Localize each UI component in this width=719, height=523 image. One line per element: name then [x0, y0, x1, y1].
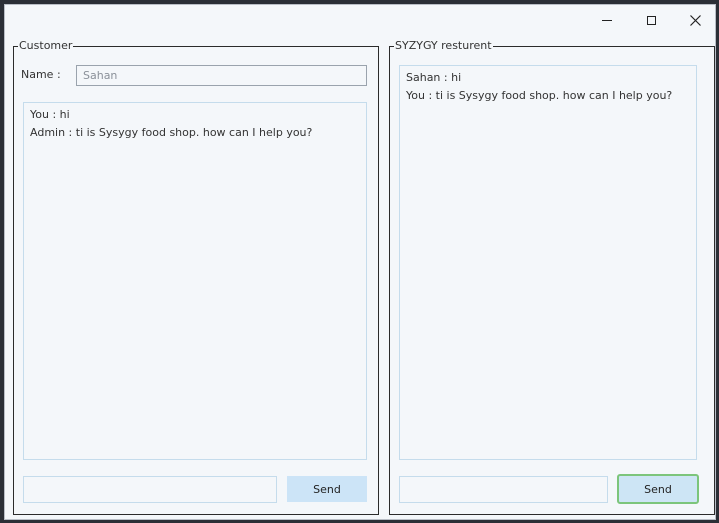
minimize-icon[interactable] — [585, 5, 629, 35]
chat-message: You : ti is Sysygy food shop. how can I … — [406, 89, 673, 102]
customer-send-button[interactable]: Send — [287, 476, 367, 502]
customer-message-input[interactable] — [23, 476, 277, 503]
maximize-icon[interactable] — [629, 5, 673, 35]
name-field[interactable]: Sahan — [76, 65, 367, 86]
customer-panel-title: Customer — [19, 39, 73, 52]
chat-message: Admin : ti is Sysygy food shop. how can … — [30, 126, 313, 139]
restaurant-chat-log[interactable]: Sahan : hi You : ti is Sysygy food shop.… — [399, 65, 697, 460]
customer-chat-log[interactable]: You : hi Admin : ti is Sysygy food shop.… — [23, 102, 367, 460]
title-bar — [5, 5, 715, 35]
name-label: Name : — [21, 68, 61, 81]
restaurant-message-input[interactable] — [399, 476, 608, 503]
restaurant-send-button[interactable]: Send — [617, 474, 699, 504]
app-window: Customer SYZYGY resturent Name : Sahan Y… — [4, 4, 716, 520]
chat-message: Sahan : hi — [406, 71, 462, 84]
chat-message: You : hi — [30, 108, 70, 121]
close-icon[interactable] — [673, 5, 717, 35]
restaurant-panel-title: SYZYGY resturent — [395, 39, 492, 52]
